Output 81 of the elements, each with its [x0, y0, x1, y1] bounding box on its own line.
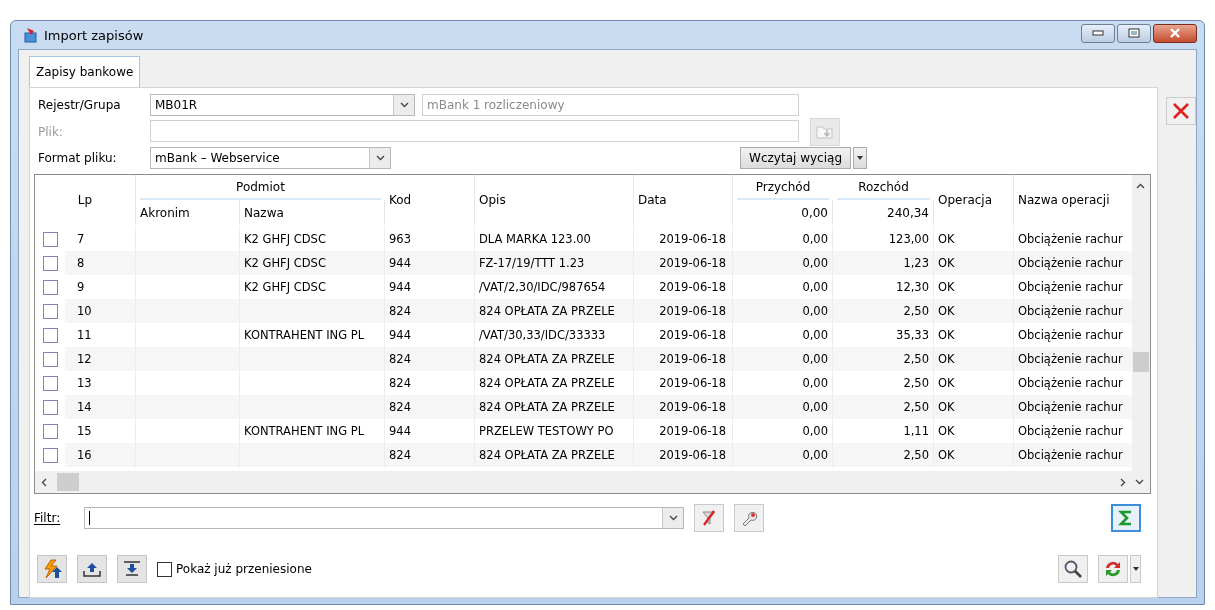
table-cell: 0,00 [733, 443, 833, 467]
column-header: Data [634, 175, 733, 225]
field-label: Rejestr/Grupa [38, 98, 122, 112]
column-header: Nazwa [240, 200, 385, 225]
table-cell-text: Obciążenie rachur [1017, 399, 1124, 416]
scrollbar-thumb[interactable] [57, 473, 79, 491]
minimize-button[interactable] [1081, 23, 1115, 43]
checkbox[interactable] [42, 447, 58, 463]
filter-field[interactable] [84, 507, 685, 529]
table-cell-text: Obciążenie rachur [1017, 375, 1124, 392]
table-row[interactable]: 8 K2 GHFJ CDSC 944 FZ-17/19/TTT 1.23 2019-06-18 0,00 1,23 OK Obciążenie rachur [65, 251, 1132, 275]
table-cell-text: Obciążenie rachur [1017, 327, 1124, 344]
tab[interactable]: Zapisy bankowe [29, 56, 141, 87]
upload-icon[interactable] [77, 555, 107, 583]
table-cell: 824 OPŁATA ZA PRZELE [475, 443, 634, 467]
table-cell: OK [934, 443, 1014, 467]
minimize-icon [1092, 30, 1104, 36]
refresh-icon[interactable] [1098, 555, 1128, 583]
table-cell-text: Obciążenie rachur [1017, 447, 1124, 464]
file-field[interactable] [150, 120, 799, 142]
clear-filter-icon[interactable] [694, 504, 725, 532]
table-row[interactable]: 16 824 824 OPŁATA ZA PRZELE 2019-06-18 0,00 2,50 OK Obciążenie rachur [65, 443, 1132, 467]
download-icon[interactable] [117, 555, 147, 583]
field-label: Plik: [38, 125, 64, 139]
maximize-button[interactable] [1117, 23, 1151, 43]
checkbox[interactable] [42, 423, 58, 439]
maximize-icon [1128, 28, 1140, 38]
column-header: Lp [35, 175, 136, 225]
table-cell-text: Obciążenie rachur [1017, 423, 1124, 440]
checkbox[interactable] [42, 255, 58, 271]
table-cell: 2019-06-18 [634, 443, 733, 467]
checkbox[interactable] [42, 303, 58, 319]
search-icon[interactable] [1058, 555, 1088, 583]
scroll-up-icon[interactable] [1136, 183, 1145, 189]
checkbox[interactable] [42, 327, 58, 343]
app-icon [24, 27, 38, 43]
table-cell: 824 [385, 443, 475, 467]
checkbox[interactable] [157, 561, 172, 577]
column-total: 240,34 [833, 200, 934, 225]
table-row[interactable]: 12 824 824 OPŁATA ZA PRZELE 2019-06-18 0,00 2,50 OK Obciążenie rachur [65, 347, 1132, 371]
table-cell: 2,50 [833, 443, 934, 467]
register-name-field: mBank 1 rozliczeniowy [422, 94, 799, 116]
table-row[interactable]: 14 824 824 OPŁATA ZA PRZELE 2019-06-18 0,00 2,50 OK Obciążenie rachur [65, 395, 1132, 419]
column-header: Przychód [737, 175, 829, 200]
format-select[interactable]: mBank – Webservice [150, 147, 391, 169]
scroll-left-icon[interactable] [41, 477, 47, 487]
table-cell-text: Obciążenie rachur [1017, 303, 1124, 320]
column-header: Podmiot [140, 175, 381, 200]
table-cell-text: Obciążenie rachur [1017, 279, 1124, 296]
table-cell: 16 [65, 443, 136, 467]
scroll-right-icon[interactable] [1120, 477, 1126, 487]
wrench-icon[interactable] [734, 504, 765, 532]
sum-icon[interactable] [1111, 504, 1141, 532]
scrollbar-thumb[interactable] [1133, 352, 1149, 372]
checkbox-label: Pokaż już przeniesione [176, 562, 312, 576]
column-header: Nazwa operacji [1017, 192, 1111, 209]
register-select[interactable]: MB01R [150, 94, 415, 116]
filter-label: Filtr: [34, 511, 61, 525]
column-header: Operacja [934, 175, 1014, 225]
close-button[interactable] [1153, 23, 1197, 43]
table-row[interactable]: 10 824 824 OPŁATA ZA PRZELE 2019-06-18 0,00 2,50 OK Obciążenie rachur [65, 299, 1132, 323]
scroll-down-icon[interactable] [1135, 479, 1144, 485]
column-header: Akronim [136, 200, 240, 225]
checkbox[interactable] [42, 279, 58, 295]
field-label: Format pliku: [38, 151, 118, 165]
column-header: Kod [385, 175, 475, 225]
close-icon [1169, 28, 1181, 38]
table-cell-text: Obciążenie rachur [1017, 255, 1124, 272]
checkbox[interactable] [42, 231, 58, 247]
table-cell-text: Obciążenie rachur [1017, 231, 1124, 248]
checkbox[interactable] [42, 351, 58, 367]
column-header: Opis [475, 175, 634, 225]
checkbox[interactable] [42, 375, 58, 391]
table-cell-text: Obciążenie rachur [1017, 351, 1124, 368]
close-icon[interactable] [1166, 97, 1196, 125]
checkbox[interactable] [42, 399, 58, 415]
column-total: 0,00 [733, 200, 833, 225]
lightning-up-icon[interactable] [37, 555, 67, 583]
load-button[interactable]: Wczytaj wyciąg [740, 147, 851, 169]
column-header: Rozchód [837, 175, 930, 200]
window-title: Import zapisów [44, 27, 144, 43]
